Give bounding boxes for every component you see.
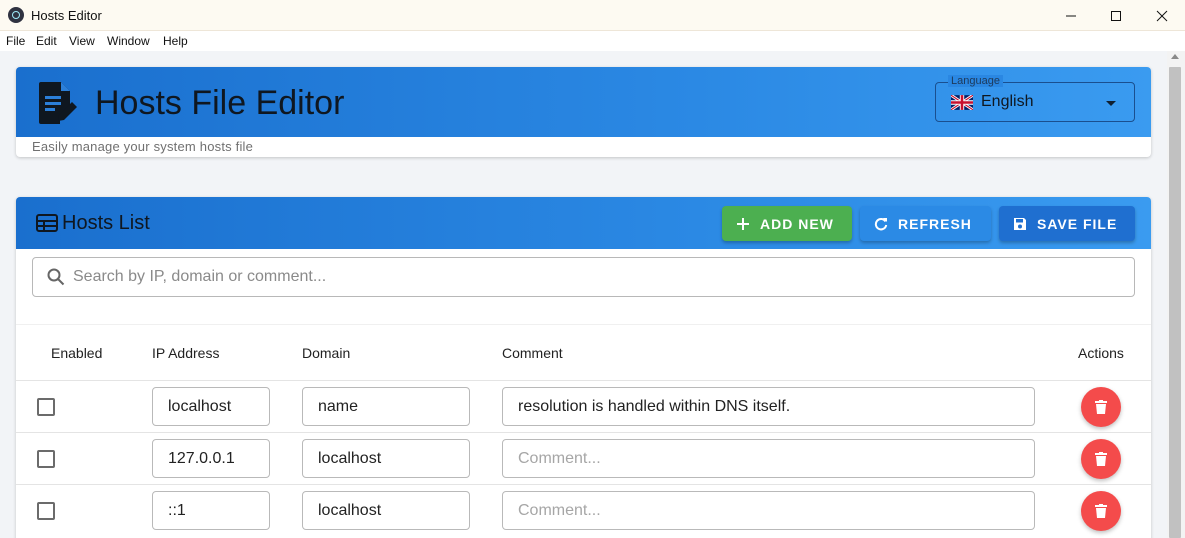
- table-top-divider: [16, 324, 1151, 325]
- refresh-icon: [874, 217, 888, 230]
- page-title: Hosts File Editor: [95, 84, 345, 122]
- menu-edit[interactable]: Edit: [36, 34, 57, 48]
- column-header-comment: Comment: [502, 345, 563, 361]
- domain-field[interactable]: [302, 491, 470, 530]
- language-select[interactable]: Language English: [935, 75, 1135, 122]
- search-input[interactable]: [73, 258, 1123, 296]
- uk-flag-icon: [951, 95, 973, 110]
- window-title: Hosts Editor: [31, 8, 102, 23]
- hosts-list-card: Hosts List ADD NEW REFRESH SAVE FILE Sea…: [16, 197, 1151, 538]
- column-header-enabled: Enabled: [51, 345, 103, 361]
- window-titlebar: Hosts Editor: [0, 0, 1185, 31]
- minimize-icon: [1066, 15, 1076, 16]
- comment-field[interactable]: [502, 439, 1035, 478]
- delete-button[interactable]: [1081, 387, 1121, 427]
- language-label: Language: [948, 75, 1003, 87]
- column-header-ip: IP Address: [152, 345, 220, 361]
- maximize-icon: [1111, 10, 1121, 21]
- scrollbar[interactable]: [1167, 51, 1185, 538]
- enabled-checkbox[interactable]: [37, 398, 55, 416]
- save-file-label: SAVE FILE: [1037, 215, 1118, 232]
- column-header-domain: Domain: [302, 345, 351, 361]
- trash-icon: [1095, 452, 1107, 466]
- refresh-button[interactable]: REFRESH: [860, 206, 991, 241]
- scrollbar-thumb[interactable]: [1169, 67, 1181, 538]
- chevron-down-icon: [1106, 101, 1116, 106]
- add-new-button[interactable]: ADD NEW: [722, 206, 852, 241]
- comment-field[interactable]: [502, 491, 1035, 530]
- close-icon: [1156, 10, 1168, 21]
- enabled-checkbox[interactable]: [37, 502, 55, 520]
- page-subtitle: Easily manage your system hosts file: [32, 139, 254, 154]
- delete-button[interactable]: [1081, 491, 1121, 531]
- row-divider: [16, 484, 1151, 485]
- close-button[interactable]: [1139, 0, 1185, 31]
- delete-button[interactable]: [1081, 439, 1121, 479]
- menu-bar: File Edit View Window Help: [0, 31, 1185, 51]
- domain-field[interactable]: [302, 387, 470, 426]
- save-file-button[interactable]: SAVE FILE: [999, 206, 1135, 241]
- file-edit-icon: [39, 82, 77, 124]
- menu-file[interactable]: File: [6, 34, 25, 48]
- menu-view[interactable]: View: [69, 34, 95, 48]
- search-field[interactable]: [32, 257, 1135, 297]
- trash-icon: [1095, 504, 1107, 518]
- row-divider: [16, 380, 1151, 381]
- save-icon: [1014, 217, 1026, 230]
- trash-icon: [1095, 400, 1107, 414]
- row-divider: [16, 432, 1151, 433]
- search-icon: [47, 268, 65, 286]
- menu-help[interactable]: Help: [163, 34, 188, 48]
- hosts-list-toolbar: Hosts List ADD NEW REFRESH SAVE FILE: [16, 197, 1151, 249]
- maximize-button[interactable]: [1093, 0, 1139, 31]
- language-value: English: [981, 93, 1034, 110]
- comment-field[interactable]: [502, 387, 1035, 426]
- add-new-label: ADD NEW: [760, 215, 834, 232]
- domain-field[interactable]: [302, 439, 470, 478]
- ip-field[interactable]: [152, 439, 270, 478]
- menu-window[interactable]: Window: [107, 34, 150, 48]
- header-banner: Hosts File Editor Language English: [16, 67, 1151, 137]
- header-card: Hosts File Editor Language English Easil…: [16, 67, 1151, 157]
- scroll-up-arrow-icon[interactable]: [1171, 54, 1179, 59]
- hosts-list-title: Hosts List: [62, 212, 150, 234]
- table-icon: [36, 214, 58, 232]
- ip-field[interactable]: [152, 491, 270, 530]
- enabled-checkbox[interactable]: [37, 450, 55, 468]
- refresh-label: REFRESH: [898, 215, 972, 232]
- ip-field[interactable]: [152, 387, 270, 426]
- minimize-button[interactable]: [1048, 0, 1094, 31]
- column-header-actions: Actions: [1078, 345, 1124, 361]
- plus-icon: [737, 217, 749, 230]
- app-icon: [8, 7, 24, 23]
